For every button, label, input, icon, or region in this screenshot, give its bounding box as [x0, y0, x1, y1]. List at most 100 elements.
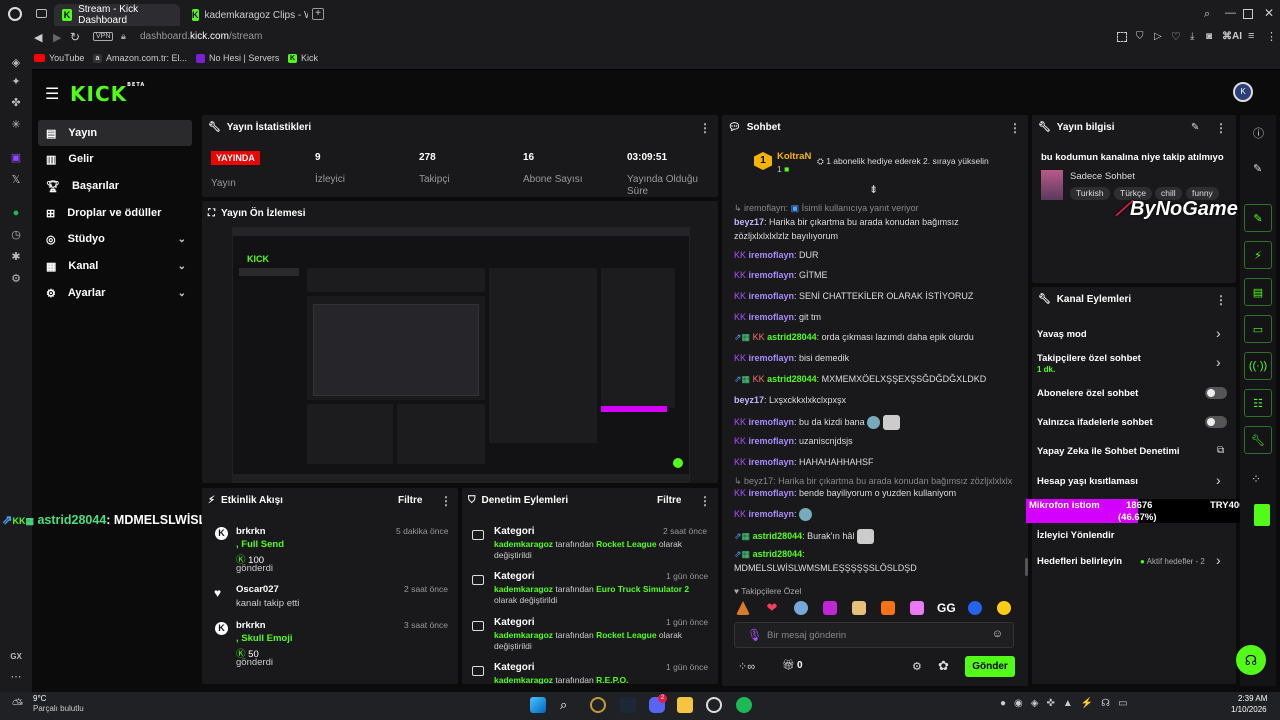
ai-moderation-row[interactable]: Yapay Zeka ile Sohbet Denetimi [1037, 446, 1180, 457]
download-icon[interactable]: ⤓ [1190, 31, 1194, 42]
x-twitter-icon[interactable]: 𝕏 [9, 173, 23, 187]
edit-pencil-icon[interactable]: ✎ [1191, 122, 1199, 133]
sidebar-item-kanal[interactable]: ▦ Kanal ⌄ [38, 253, 192, 279]
emoji-icon[interactable]: ☺ [992, 628, 1003, 640]
support-headset-icon[interactable]: ☊ [1236, 645, 1266, 675]
windows-start-icon[interactable] [530, 697, 546, 713]
qa-chat-icon[interactable]: ▭ [1244, 315, 1272, 343]
moderation-filter-button[interactable]: Filtre [657, 495, 681, 506]
tag-pill[interactable]: Turkish [1070, 187, 1110, 200]
raid-row[interactable]: İzleyici Yönlendir [1037, 530, 1114, 541]
subscribers-only-row[interactable]: Abonelere özel sohbet [1037, 388, 1138, 399]
emote-picker-icon[interactable]: ✿ [938, 658, 949, 674]
tab-clips[interactable]: K kademkaragoz Clips - Wat [184, 4, 308, 26]
url-field[interactable]: dashboard.kick.com/stream [140, 31, 262, 42]
goals-row[interactable]: Hedefleri belirleyin [1037, 556, 1122, 567]
category-thumbnail[interactable] [1041, 170, 1063, 200]
gaming-icon[interactable]: ✳ [9, 118, 23, 132]
emotes-only-toggle[interactable] [1205, 416, 1227, 428]
qa-list-icon[interactable]: ☷ [1244, 389, 1272, 417]
send-button[interactable]: Gönder [965, 656, 1015, 677]
bookmark-youtube[interactable]: YouTube [34, 53, 84, 63]
emote-icon[interactable] [997, 601, 1011, 615]
qa-active-indicator[interactable] [1254, 504, 1270, 526]
github-icon[interactable] [706, 697, 722, 713]
tab-kick-dashboard[interactable]: K Stream - Kick Dashboard [54, 4, 180, 26]
emote-icon[interactable] [881, 601, 895, 615]
avatar[interactable]: K [1233, 82, 1253, 102]
infinity-icon[interactable]: ⁘∞ [738, 660, 755, 673]
sidebar-item-yayin[interactable]: ▤ Yayın [38, 120, 192, 146]
channel-actions-more-icon[interactable]: ⋮ [1215, 293, 1227, 307]
bookmark-amazon[interactable]: a Amazon.com.tr: El... [93, 53, 187, 63]
settings-gear-icon[interactable]: ⚙ [9, 272, 23, 286]
emote-icon[interactable] [823, 601, 837, 615]
history-icon[interactable]: ◷ [9, 228, 23, 242]
qa-more-icon[interactable]: ⁘ [1251, 472, 1261, 486]
pinned-user[interactable]: KoltraN [777, 151, 811, 162]
search-icon[interactable]: ⌕ [1204, 8, 1210, 21]
heart-icon[interactable]: ♡ [1171, 30, 1181, 43]
workspaces-icon[interactable] [36, 9, 47, 18]
gg-emote-icon[interactable]: GG [937, 601, 956, 615]
stream-preview-video[interactable]: KICK [232, 227, 690, 483]
sidebar-item-droplar[interactable]: ⊞ Droplar ve ödüller [38, 200, 192, 226]
slow-mode-row[interactable]: Yavaş mod [1037, 329, 1087, 340]
account-age-row[interactable]: Hesap yaşı kısıtlaması [1037, 476, 1138, 487]
camera-icon[interactable]: ◙ [1206, 31, 1212, 42]
weather-icon[interactable]: ⛅︎ [12, 696, 23, 713]
chevron-right-icon[interactable]: › [1216, 354, 1221, 370]
emotes-only-row[interactable]: Yalnızca ifadelerle sohbet [1037, 417, 1153, 428]
reload-icon[interactable]: ↻ [70, 30, 80, 44]
stats-more-icon[interactable]: ⋮ [699, 121, 711, 135]
gift-box-icon[interactable]: 🎁︎ [782, 660, 795, 671]
edit-pencil-icon[interactable]: ✎ [1253, 162, 1262, 175]
minimize-icon[interactable]: — [1225, 7, 1236, 19]
file-explorer-icon[interactable] [677, 697, 693, 713]
chat-input[interactable]: 🎙︎ Bir mesaj gönderin ☺ [734, 622, 1014, 648]
kick-logo[interactable]: KICKBETA [70, 82, 145, 106]
twitch-icon[interactable]: ▣ [9, 151, 23, 165]
aria-icon[interactable]: ◈ [9, 56, 23, 70]
activity-more-icon[interactable]: ⋮ [440, 494, 452, 508]
qa-wrench-icon[interactable]: 🔧︎ [1244, 426, 1272, 454]
event-user[interactable]: Oscar027 [236, 584, 279, 595]
more-vertical-icon[interactable]: ⋮ [1266, 30, 1277, 43]
event-user[interactable]: brkrkn [236, 620, 266, 631]
more-horizontal-icon[interactable]: ⋯ [9, 670, 23, 684]
restore-icon[interactable] [1243, 9, 1253, 19]
chevron-right-icon[interactable]: › [1216, 325, 1221, 341]
forward-icon[interactable]: ▶ [53, 31, 61, 44]
emote-icon[interactable] [968, 601, 982, 615]
close-icon[interactable]: ✕ [1264, 6, 1274, 20]
info-more-icon[interactable]: ⋮ [1215, 121, 1227, 135]
sidebar-item-ayarlar[interactable]: ⚙ Ayarlar ⌄ [38, 280, 192, 306]
info-icon[interactable]: ⓘ [1253, 125, 1264, 141]
new-tab-icon[interactable]: + [312, 8, 324, 20]
sidebar-item-basarilar[interactable]: 🏆︎ Başarılar [38, 173, 192, 199]
sidebar-item-gelir[interactable]: ▥ Gelir [38, 146, 192, 172]
emote-icon[interactable] [910, 601, 924, 615]
aria-ai-button[interactable]: ⌘AI [1222, 31, 1242, 42]
event-user[interactable]: brkrkn [236, 526, 266, 537]
back-icon[interactable]: ◀ [34, 31, 42, 44]
emote-icon[interactable] [852, 601, 866, 615]
hot-tabs-icon[interactable]: ✤ [9, 96, 23, 110]
system-tray-icons[interactable]: ●◉◈✜▲⚡☊▭ [1000, 698, 1136, 709]
menu-lines-icon[interactable]: ≡ [1248, 30, 1254, 42]
chevron-right-icon[interactable]: › [1216, 472, 1221, 488]
category-name[interactable]: Sadece Sohbet [1070, 171, 1135, 182]
followers-only-row[interactable]: Takipçilere özel sohbet [1037, 353, 1141, 364]
external-link-icon[interactable]: ⧉ [1217, 445, 1224, 456]
adblock-shield-icon[interactable]: ⛉ [1136, 31, 1144, 42]
emote-icon[interactable] [794, 601, 808, 615]
moderation-more-icon[interactable]: ⋮ [699, 494, 711, 508]
microphone-icon[interactable]: 🎙︎ [747, 628, 762, 642]
gx-corner-icon[interactable]: ✦ [9, 75, 23, 89]
activity-filter-button[interactable]: Filtre [398, 495, 422, 506]
chat-more-icon[interactable]: ⋮ [1009, 121, 1021, 135]
hamburger-menu-icon[interactable]: ☰ [45, 84, 59, 104]
chat-scrollbar[interactable] [1025, 558, 1028, 576]
subscribers-only-toggle[interactable] [1205, 387, 1227, 399]
qa-broadcast-icon[interactable]: ((·)) [1244, 352, 1272, 380]
